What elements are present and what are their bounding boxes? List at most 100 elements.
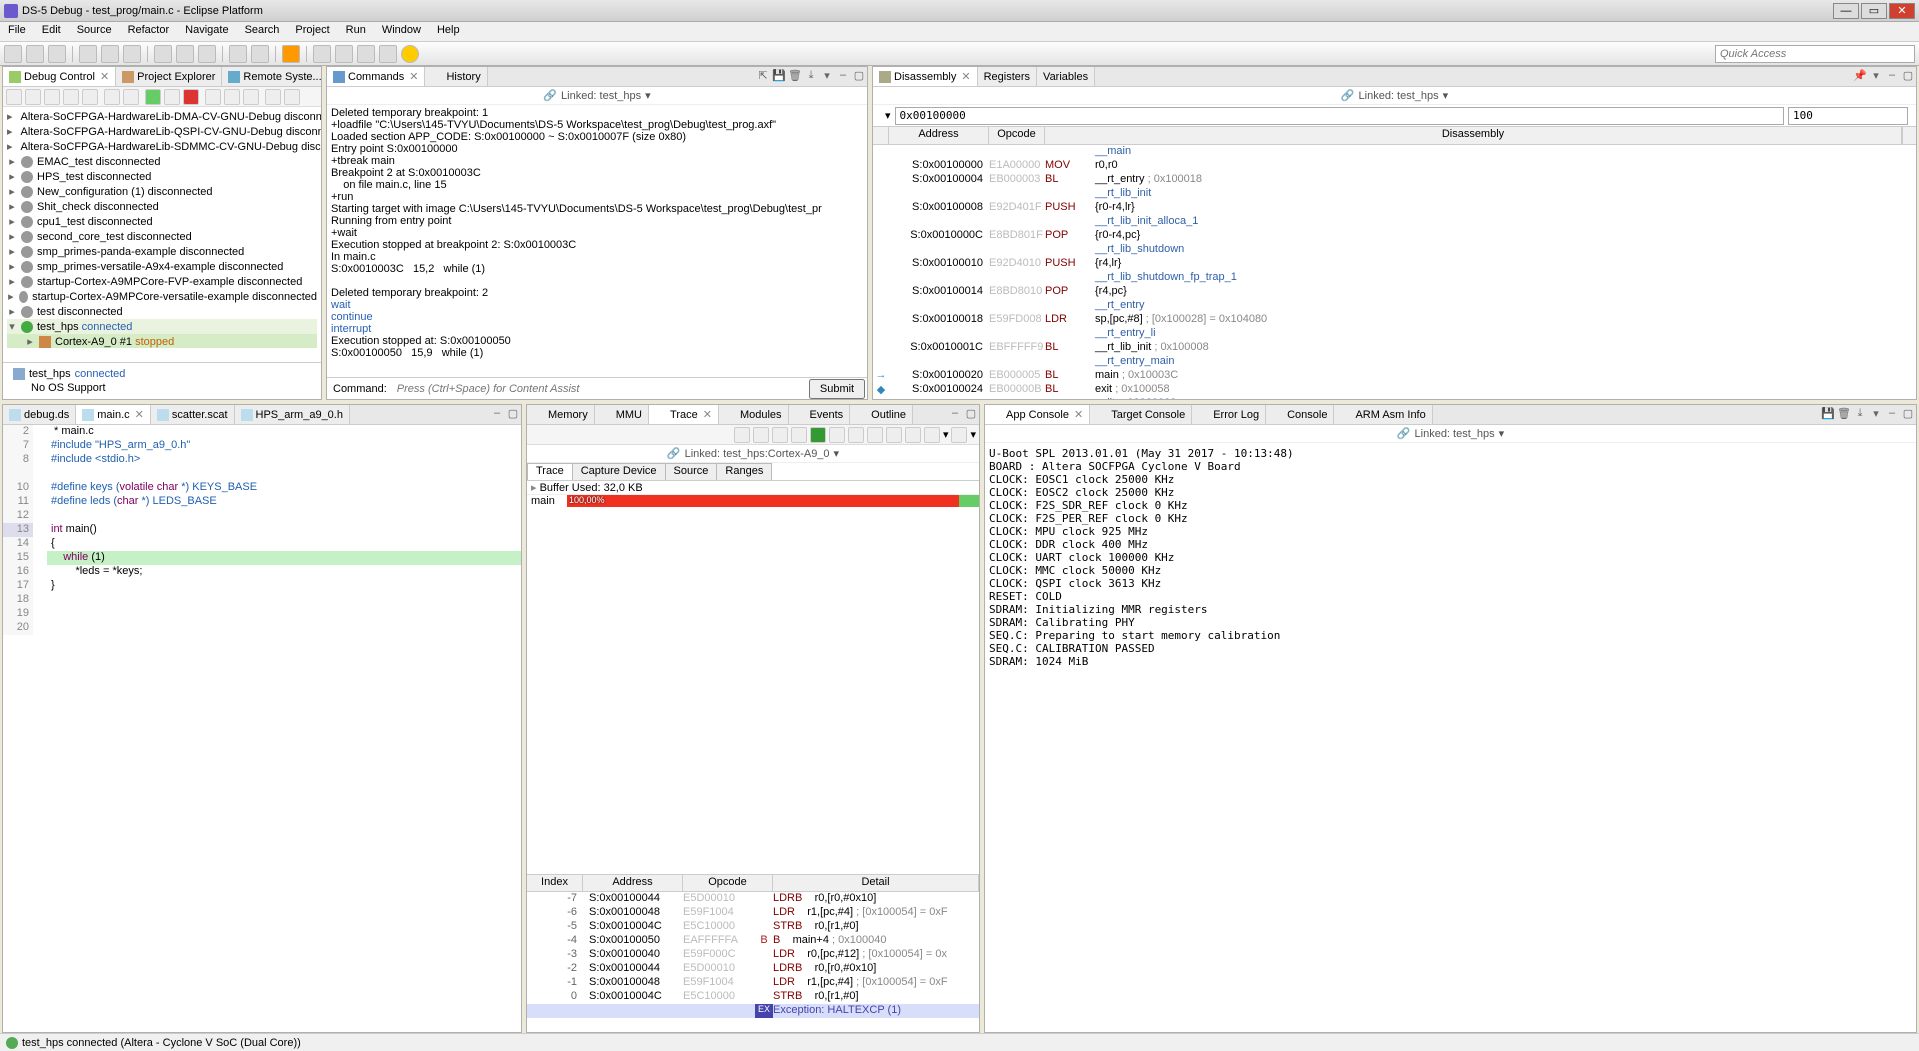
disasm-row[interactable]: __lit__00000000	[873, 397, 1916, 399]
debug-item[interactable]: ▸smp_primes-versatile-A9x4-example disco…	[7, 259, 317, 274]
code-line[interactable]: 16 *leds = *keys;	[3, 565, 521, 579]
tab-outline[interactable]: Outline	[850, 405, 913, 424]
code-line[interactable]: 2 * main.c	[3, 425, 521, 439]
disasm-row[interactable]: __rt_lib_shutdown_fp_trap_1	[873, 271, 1916, 285]
maximize-icon[interactable]: ▢	[1901, 407, 1915, 421]
editor-tab[interactable]: debug.ds	[3, 405, 76, 424]
scroll-icon[interactable]: ⤓	[1853, 407, 1867, 421]
tab-target-console[interactable]: Target Console	[1090, 405, 1192, 424]
maximize-button[interactable]: ▭	[1861, 3, 1887, 19]
menu-refactor[interactable]: Refactor	[120, 22, 178, 41]
debug-item-connected[interactable]: ▾test_hps connected	[7, 319, 317, 334]
perspective3-icon[interactable]	[357, 45, 375, 63]
prev-icon[interactable]	[848, 427, 864, 443]
disasm-row[interactable]: S:0x00100008E92D401FPUSH{r0-r4,lr}	[873, 201, 1916, 215]
subtab-capture-device[interactable]: Capture Device	[572, 463, 666, 480]
menu-icon[interactable]: ▾	[820, 69, 834, 83]
info-icon[interactable]	[810, 427, 826, 443]
build-icon[interactable]	[79, 45, 97, 63]
debug-item[interactable]: ▸HPS_test disconnected	[7, 169, 317, 184]
code-line[interactable]: 15 while (1)	[3, 551, 521, 565]
perspective2-icon[interactable]	[335, 45, 353, 63]
code-line[interactable]: 8#include <stdio.h>	[3, 453, 521, 467]
new-icon[interactable]	[4, 45, 22, 63]
scroll-icon[interactable]: ⤓	[804, 69, 818, 83]
size-input[interactable]	[1788, 107, 1908, 125]
debug-item[interactable]: ▸EMAC_test disconnected	[7, 154, 317, 169]
menu-edit[interactable]: Edit	[34, 22, 69, 41]
tab-arm-asm-info[interactable]: ARM Asm Info	[1334, 405, 1432, 424]
disasm-row[interactable]: __main	[873, 145, 1916, 159]
debug-item[interactable]: ▸second_core_test disconnected	[7, 229, 317, 244]
export-icon[interactable]: ⇱	[756, 69, 770, 83]
editor-tab[interactable]: HPS_arm_a9_0.h	[235, 405, 350, 424]
code-line[interactable]: 18	[3, 593, 521, 607]
minimize-icon[interactable]: ‒	[948, 407, 962, 421]
help-icon[interactable]	[401, 45, 419, 63]
debug-item[interactable]: ▸New_configuration (1) disconnected	[7, 184, 317, 199]
col-detail[interactable]: Detail	[773, 875, 979, 891]
debug-item[interactable]: ▸test disconnected	[7, 304, 317, 319]
disasm-row[interactable]: __rt_entry_li	[873, 327, 1916, 341]
code-line[interactable]: 19	[3, 607, 521, 621]
tab-memory[interactable]: Memory	[527, 405, 595, 424]
pause-icon[interactable]	[164, 89, 180, 105]
next-icon[interactable]	[886, 427, 902, 443]
col-address[interactable]: Address	[583, 875, 683, 891]
gear-icon[interactable]	[123, 89, 139, 105]
down-icon[interactable]	[734, 427, 750, 443]
debug-icon[interactable]	[101, 45, 119, 63]
connect-icon[interactable]	[25, 89, 41, 105]
disasm-row[interactable]: __rt_lib_init	[873, 187, 1916, 201]
editor-tab[interactable]: main.c✕	[76, 405, 151, 424]
trace-exception-row[interactable]: EX Exception: HALTEXCP (1)	[527, 1004, 979, 1018]
code-line[interactable]	[3, 467, 521, 481]
menu-project[interactable]: Project	[287, 22, 337, 41]
trace-row[interactable]: -1S:0x00100048E59F1004LDR r1,[pc,#4] ; […	[527, 976, 979, 990]
step-over-icon[interactable]	[224, 89, 240, 105]
debug-item[interactable]: ▸startup-Cortex-A9MPCore-FVP-example dis…	[7, 274, 317, 289]
col-index[interactable]: Index	[527, 875, 583, 891]
minimize-button[interactable]: —	[1833, 3, 1859, 19]
maximize-icon[interactable]: ▢	[1901, 69, 1915, 83]
trace-row[interactable]: -7S:0x00100044E5D00010LDRB r0,[r0,#0x10]	[527, 892, 979, 906]
debug-item[interactable]: ▸cpu1_test disconnected	[7, 214, 317, 229]
maximize-icon[interactable]: ▢	[964, 407, 978, 421]
tab-app-console[interactable]: App Console✕	[985, 405, 1090, 424]
debug-thread[interactable]: ▸Cortex-A9_0 #1 stopped	[7, 334, 317, 348]
menu-help[interactable]: Help	[429, 22, 468, 41]
up-icon[interactable]	[753, 427, 769, 443]
code-line[interactable]: 20	[3, 621, 521, 635]
menu-search[interactable]: Search	[237, 22, 288, 41]
col-opcode[interactable]: Opcode	[989, 127, 1045, 144]
tab-console[interactable]: Console	[1266, 405, 1334, 424]
disconnect-icon[interactable]	[44, 89, 60, 105]
trace-row[interactable]: -6S:0x00100048E59F1004LDR r1,[pc,#4] ; […	[527, 906, 979, 920]
tab-error-log[interactable]: Error Log	[1192, 405, 1266, 424]
disasm-row[interactable]: __rt_entry_main	[873, 355, 1916, 369]
trace-row[interactable]: 0S:0x0010004CE5C10000STRB r0,[r1,#0]	[527, 990, 979, 1004]
address-input[interactable]	[895, 107, 1784, 125]
maximize-icon[interactable]: ▢	[852, 69, 866, 83]
menu-navigate[interactable]: Navigate	[177, 22, 236, 41]
zoom-icon[interactable]	[924, 427, 940, 443]
save-all-icon[interactable]	[48, 45, 66, 63]
disasm-row[interactable]: S:0x0010001CEBFFFFF9BL__rt_lib_init ; 0x…	[873, 341, 1916, 355]
trace-row[interactable]: -4S:0x00100050EAFFFFFABB main+4 ; 0x1000…	[527, 934, 979, 948]
disasm-row[interactable]: S:0x00100014E8BD8010POP{r4,pc}	[873, 285, 1916, 299]
debug-item[interactable]: ▸Altera-SoCFPGA-HardwareLib-SDMMC-CV-GNU…	[7, 139, 317, 154]
command-input[interactable]	[393, 379, 807, 399]
last-icon[interactable]	[905, 427, 921, 443]
code-line[interactable]: 10#define keys (volatile char *) KEYS_BA…	[3, 481, 521, 495]
col-opcode[interactable]: Opcode	[683, 875, 773, 891]
disasm-row[interactable]: ◆S:0x00100024EB00000BBLexit ; 0x100058	[873, 383, 1916, 397]
first-icon[interactable]	[829, 427, 845, 443]
link-icon[interactable]	[6, 89, 22, 105]
disasm-row[interactable]: __rt_lib_init_alloca_1	[873, 215, 1916, 229]
menu-icon[interactable]: ▾	[1869, 407, 1883, 421]
menu-window[interactable]: Window	[374, 22, 429, 41]
editor-tab[interactable]: scatter.scat	[151, 405, 235, 424]
step-into-icon[interactable]	[205, 89, 221, 105]
minimize-icon[interactable]: ‒	[836, 69, 850, 83]
tab-variables[interactable]: Variables	[1037, 67, 1095, 86]
